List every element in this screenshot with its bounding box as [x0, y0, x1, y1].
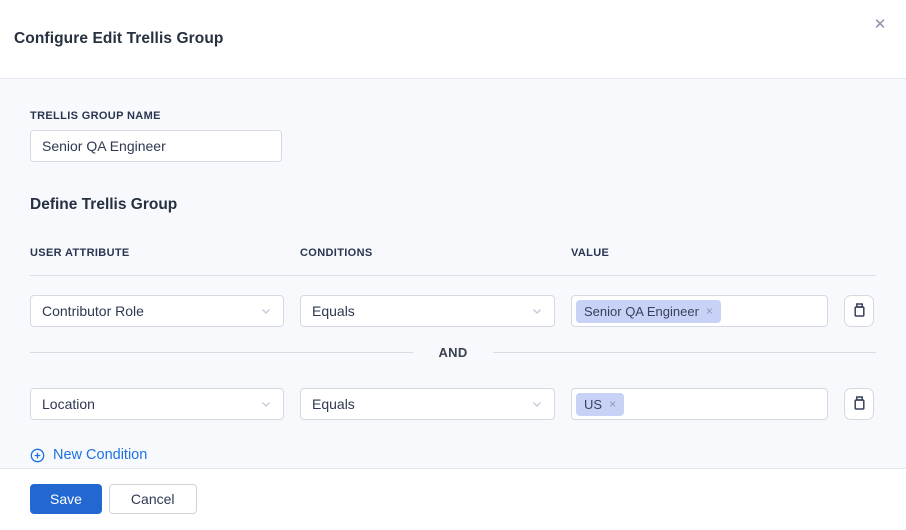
modal-footer: Save Cancel [0, 468, 906, 530]
user-attribute-select-value: Location [42, 396, 95, 412]
trellis-group-name-input[interactable] [30, 130, 282, 162]
close-button[interactable]: ✕ [869, 13, 891, 35]
conditions-column-header: CONDITIONS [300, 247, 555, 259]
new-condition-button[interactable]: New Condition [30, 447, 147, 463]
define-trellis-group-heading: Define Trellis Group [30, 196, 876, 214]
user-attribute-select[interactable]: Contributor Role [30, 295, 284, 327]
tag-remove-icon[interactable]: × [609, 398, 616, 410]
configure-trellis-group-modal: Configure Edit Trellis Group ✕ TRELLIS G… [0, 0, 906, 521]
chevron-down-icon [531, 398, 543, 410]
and-separator-line [30, 352, 413, 353]
trellis-group-name-label: TRELLIS GROUP NAME [30, 110, 876, 122]
user-attribute-select-value: Contributor Role [42, 303, 144, 319]
tag-remove-icon[interactable]: × [706, 305, 713, 317]
condition-row: Contributor Role Equals Senior QA Engine… [30, 295, 876, 327]
value-tag: Senior QA Engineer × [576, 300, 721, 323]
circle-plus-icon [30, 448, 45, 463]
user-attribute-column-header: USER ATTRIBUTE [30, 247, 284, 259]
value-column-header: VALUE [571, 247, 828, 259]
condition-select-value: Equals [312, 303, 355, 319]
column-header-divider [30, 275, 876, 276]
condition-select[interactable]: Equals [300, 295, 555, 327]
and-separator-line [493, 352, 876, 353]
user-attribute-select[interactable]: Location [30, 388, 284, 420]
value-tag: US × [576, 393, 624, 416]
delete-condition-button[interactable] [844, 295, 874, 327]
condition-column-headers: USER ATTRIBUTE CONDITIONS VALUE [30, 247, 876, 259]
and-separator: AND [30, 345, 876, 360]
save-button[interactable]: Save [30, 484, 102, 514]
modal-title: Configure Edit Trellis Group [14, 30, 223, 48]
modal-header: Configure Edit Trellis Group ✕ [0, 0, 906, 79]
condition-select[interactable]: Equals [300, 388, 555, 420]
condition-row: Location Equals US × [30, 388, 876, 420]
and-separator-label: AND [438, 345, 467, 360]
chevron-down-icon [531, 305, 543, 317]
trash-icon [852, 395, 867, 414]
condition-select-value: Equals [312, 396, 355, 412]
close-icon: ✕ [874, 15, 887, 33]
modal-body: TRELLIS GROUP NAME Define Trellis Group … [0, 79, 906, 468]
cancel-button[interactable]: Cancel [109, 484, 197, 514]
chevron-down-icon [260, 398, 272, 410]
value-multiselect-input[interactable]: US × [571, 388, 828, 420]
value-tag-label: US [584, 397, 602, 412]
new-condition-label: New Condition [53, 447, 147, 463]
chevron-down-icon [260, 305, 272, 317]
value-multiselect-input[interactable]: Senior QA Engineer × [571, 295, 828, 327]
value-tag-label: Senior QA Engineer [584, 304, 699, 319]
delete-condition-button[interactable] [844, 388, 874, 420]
trash-icon [852, 302, 867, 321]
